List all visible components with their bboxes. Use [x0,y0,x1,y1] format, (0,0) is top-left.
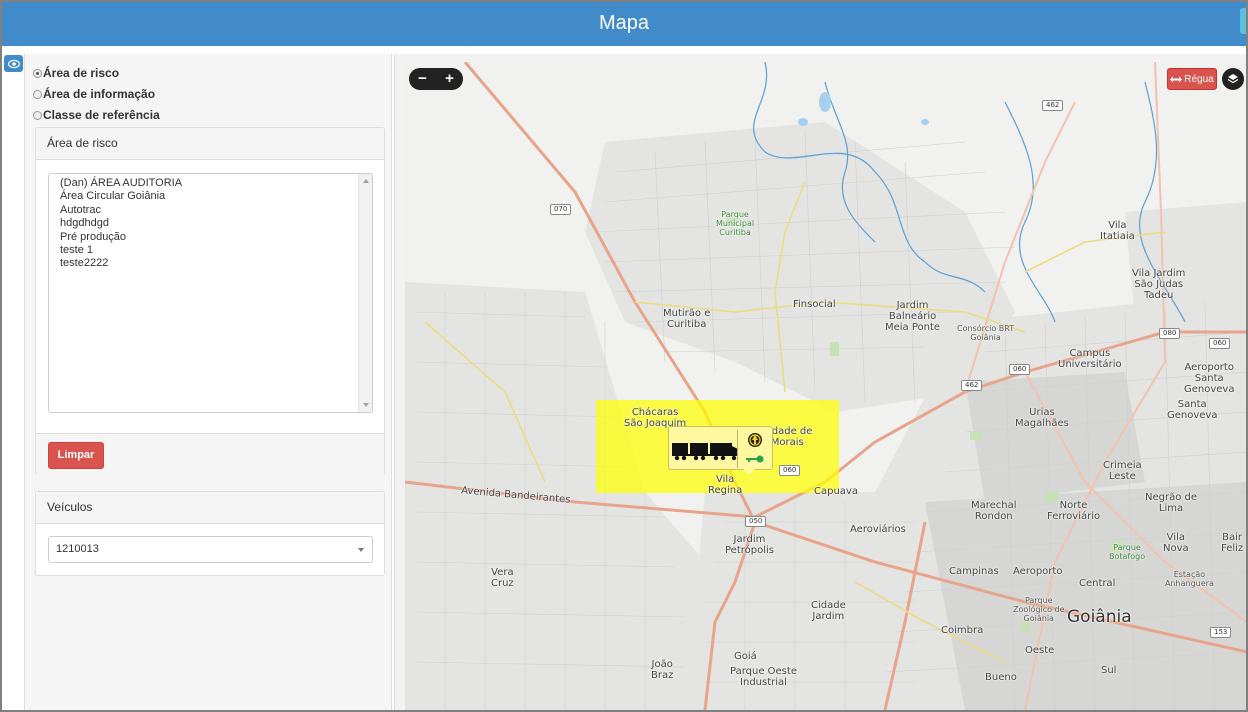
highway-shield: 153 [1210,627,1232,638]
truck-icon [672,443,738,461]
vehicles-panel-title: Veículos [36,492,384,524]
radio-label: Área de informação [43,87,156,101]
map-place-label: Jardim Balneário Meia Ponte [885,300,941,333]
map-place-label: Marechal Rondon [971,500,1017,522]
page-title: Mapa [598,12,650,34]
map-place-label: Santa Genoveva [1167,399,1218,421]
map-place-label: Central [1079,578,1116,589]
map-place-label: Campinas [949,566,999,577]
vehicles-panel: Veículos 1210013 [35,491,385,576]
highway-shield: 462 [1042,100,1064,111]
map-place-label: Crimeia Leste [1103,460,1142,482]
highway-shield: 060 [1009,364,1031,375]
radio-button[interactable] [33,68,42,78]
ruler-button[interactable]: Régua [1167,68,1217,90]
risk-area-list: (Dan) ÁREA AUDITORIA Área Circular Goiâni… [49,174,372,271]
map-place-label: Parque Zoológico de Goiânia [1013,596,1065,623]
risk-area-item[interactable]: (Dan) ÁREA AUDITORIA [60,177,372,190]
map-place-label: Bair Feliz [1221,532,1244,554]
zoom-out-button[interactable]: − [413,69,433,89]
map-canvas[interactable]: Parque Municipal Curitiba Vila Itatiaia Vi… [405,62,1246,710]
app-window: Mapa Área de risco Área de informação Cl… [2,2,1246,710]
risk-area-listbox[interactable]: (Dan) ÁREA AUDITORIA Área Circular Goiâni… [48,173,373,413]
risk-area-item[interactable]: Área Circular Goiânia [60,190,372,203]
map-place-label: Bueno [985,672,1017,683]
highway-shield: 070 [550,204,572,215]
radio-area-risco[interactable]: Área de risco [33,65,119,81]
map-place-label: João Braz [651,659,674,681]
header-corner-button[interactable] [1240,8,1246,34]
map-place-label: Parque Oeste Industrial [730,666,797,688]
map-place-label: Parque Municipal Curitiba [716,210,755,237]
risk-area-item[interactable]: teste2222 [60,257,372,270]
map-place-label: Finsocial [793,299,836,310]
map-place-label: Aeroporto [1013,566,1063,577]
risk-area-item[interactable]: Autotrac [60,204,372,217]
map-place-label: Negrão de Lima [1145,492,1198,514]
highway-shield: 080 [1159,328,1181,339]
sidebar: Área de risco Área de informação Classe … [24,54,392,710]
map-place-label: Campus Universitário [1058,348,1122,370]
map-place-label: Jardim Petrópolis [725,534,774,556]
risk-area-item[interactable]: hdgdhdgd [60,217,372,230]
listbox-scrollbar[interactable] [358,174,372,412]
popup-divider [737,430,738,468]
map-place-label: Capuava [814,486,858,497]
direction-icon [748,433,762,447]
toggle-panel-button[interactable] [4,55,23,72]
radio-button[interactable] [33,89,42,99]
map-place-label: Vila Regina [708,474,743,496]
highway-shield: 060 [1209,338,1231,349]
map-place-label: Oeste [1025,645,1055,656]
map-place-label: Cidade Jardim [811,600,846,622]
layers-button[interactable] [1222,68,1244,90]
risk-area-item[interactable]: Pré produção [60,231,372,244]
map-place-label: Norte Ferroviário [1047,500,1101,522]
map-place-label: Sul [1101,665,1117,676]
map-place-label: Vera Cruz [491,567,514,589]
map-place-label: Consórcio BRT Goiânia [957,324,1015,342]
clear-button[interactable]: Limpar [48,442,104,469]
header-bar: Mapa [2,2,1246,46]
risk-panel-title: Área de risco [36,128,384,160]
risk-area-panel: Área de risco (Dan) ÁREA AUDITORIA Área C… [35,127,385,476]
highway-shield: 462 [961,380,983,391]
map-place-label: Vila Jardim São Judas Tadeu [1132,268,1186,301]
vehicle-select-value: 1210013 [56,543,99,555]
risk-area-item[interactable]: teste 1 [60,244,372,257]
map-place-label: Goiá [734,651,757,662]
zoom-in-button[interactable]: + [440,69,460,89]
lakes [798,92,929,126]
map-place-label: Vila Itatiaia [1100,220,1135,242]
chevron-down-icon [358,548,364,552]
radio-area-informacao[interactable]: Área de informação [33,86,155,102]
map-place-label: Urias Magalhães [1015,407,1069,429]
vehicle-select[interactable]: 1210013 [48,536,373,563]
highway-shield: 050 [745,516,767,527]
scroll-down-icon[interactable] [363,403,369,407]
arrows-horizontal-icon [1170,76,1183,82]
radio-button[interactable] [33,110,42,120]
map-place-label: Aeroviários [850,524,906,535]
ruler-label: Régua [1184,73,1214,85]
ignition-key-icon [746,455,764,463]
map-panel: Parque Municipal Curitiba Vila Itatiaia Vi… [394,54,1246,710]
map-place-label: Coimbra [941,625,984,636]
highway-shield: 060 [779,465,801,476]
map-place-label: Estação Anhanguera [1165,570,1214,588]
radio-classe-referencia[interactable]: Classe de referência [33,107,160,123]
radio-label: Classe de referência [43,108,160,122]
map-place-label: Goiânia [1067,607,1132,627]
map-place-label: Vila Nova [1163,532,1189,554]
map-place-label: Mutirão e Curitiba [663,308,711,330]
map-place-label: Aeroporto Santa Genoveva [1184,362,1235,395]
risk-panel-footer: Limpar [36,433,384,476]
vehicle-marker-popup[interactable] [668,426,773,475]
layers-icon [1227,74,1239,84]
map-place-label: Parque Botafogo [1109,543,1146,561]
zoom-control: − + [409,68,463,90]
scroll-up-icon[interactable] [363,179,369,183]
radio-label: Área de risco [43,66,120,80]
eye-icon [7,59,20,68]
